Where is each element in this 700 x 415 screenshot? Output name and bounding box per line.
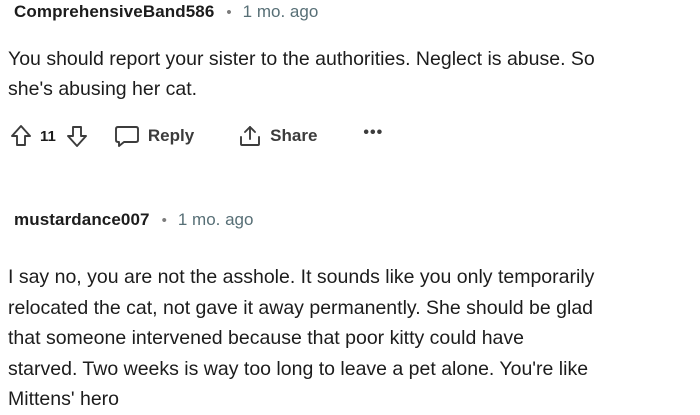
comment-author[interactable]: mustardance007: [14, 210, 150, 230]
comment-body-line: starved. Two weeks is way too long to le…: [8, 357, 589, 380]
meta-separator: •: [226, 3, 232, 21]
reply-label: Reply: [147, 126, 195, 145]
share-button[interactable]: Share: [238, 124, 317, 148]
comment-meta: ComprehensiveBand586 • 1 mo. ago: [14, 0, 700, 24]
comment-meta: mustardance007 • 1 mo. ago: [14, 208, 700, 232]
meta-separator: •: [161, 211, 167, 229]
upvote-arrow-icon[interactable]: [6, 121, 36, 151]
comment-timestamp[interactable]: 1 mo. ago: [178, 210, 254, 230]
comment-author[interactable]: ComprehensiveBand586: [14, 2, 214, 22]
comment-actions: 11 Reply Share •••: [0, 116, 700, 156]
more-options-button[interactable]: •••: [363, 125, 383, 141]
reply-button[interactable]: Reply: [114, 124, 194, 148]
share-label: Share: [270, 126, 318, 145]
comment-body-line: she's abusing her cat.: [8, 78, 198, 100]
comment-body-line: that someone intervened because that poo…: [8, 327, 524, 349]
comment-body-line: I say no, you are not the asshole. It so…: [8, 266, 595, 288]
comment-timestamp[interactable]: 1 mo. ago: [243, 2, 319, 22]
vote-controls: 11: [6, 121, 92, 151]
downvote-arrow-icon[interactable]: [62, 121, 92, 151]
comment-body-line: You should report your sister to the aut…: [8, 48, 595, 70]
comment: mustardance007 • 1 mo. ago I say no, you…: [0, 204, 700, 415]
vote-score: 11: [40, 127, 56, 145]
comment-body-line: Mittens' hero: [8, 388, 120, 410]
comment-body-line: relocated the cat, not gave it away perm…: [8, 296, 594, 319]
comment: ComprehensiveBand586 • 1 mo. ago You sho…: [0, 0, 700, 156]
speech-bubble-icon: [114, 126, 139, 147]
share-upload-icon: [240, 126, 261, 146]
comment-body: I say no, you are not the asshole. It so…: [0, 262, 700, 415]
comment-body: You should report your sister to the aut…: [0, 44, 700, 104]
